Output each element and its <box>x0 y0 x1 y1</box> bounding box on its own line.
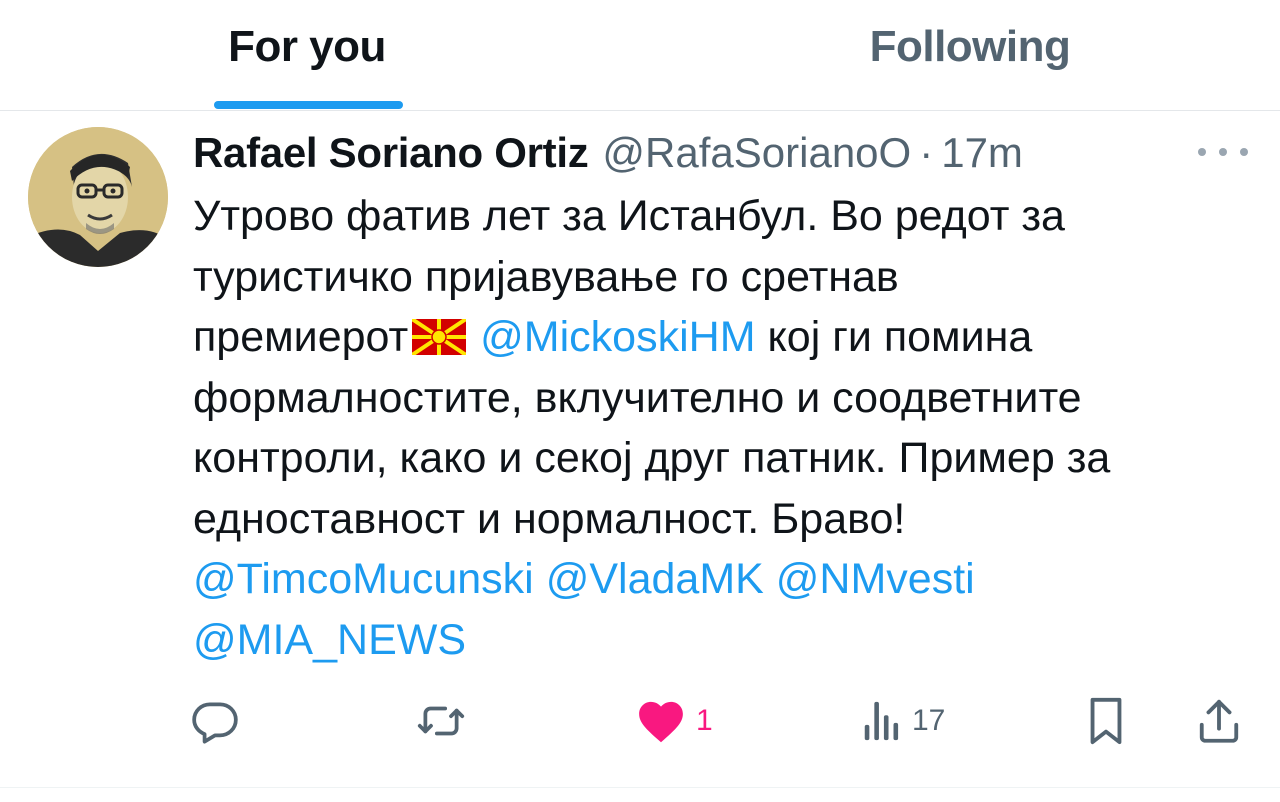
reply-button[interactable] <box>190 691 240 751</box>
tweet-divider <box>0 787 1280 788</box>
mention-link[interactable]: @VladaMK <box>546 555 764 603</box>
views-icon <box>864 701 899 741</box>
tweet-text: Утрово фатив лет за Истанбул. Во редот з… <box>193 186 1263 670</box>
tweet-header: Rafael Soriano Ortiz @RafaSorianoO · 17m <box>193 129 1023 179</box>
tweet-text-line: едноставност и нормалност. Браво! <box>193 494 906 543</box>
repost-icon <box>417 706 465 736</box>
share-icon <box>1199 699 1239 743</box>
tweet-text-line: премиерот @MickoskiHM кој ги помина <box>193 307 1263 368</box>
more-dot <box>1219 148 1227 156</box>
mention-link[interactable]: @NMvesti <box>776 555 975 603</box>
more-options-icon[interactable] <box>1198 137 1248 167</box>
more-dot <box>1240 148 1248 156</box>
tweet-text-line: туристичко пријавување го сретнав <box>193 252 899 301</box>
tweet-actions: 1 17 <box>0 691 1280 751</box>
tweet-text-fragment: кој ги помина <box>755 313 1033 361</box>
repost-button[interactable] <box>414 691 468 751</box>
author-handle[interactable]: @RafaSorianoO <box>602 129 911 177</box>
bookmark-icon <box>1090 697 1122 745</box>
tweet-text-line: контроли, како и секој друг патник. Прим… <box>193 434 1111 482</box>
like-count: 1 <box>696 704 713 737</box>
mention-link[interactable]: @TimcoMucunski <box>193 555 534 603</box>
tweet[interactable]: Rafael Soriano Ortiz @RafaSorianoO · 17m… <box>0 111 1280 802</box>
mention-link[interactable]: @MickoskiHM <box>480 313 755 361</box>
north-macedonia-flag-icon <box>411 311 468 372</box>
more-dot <box>1198 148 1206 156</box>
tab-following-label: Following <box>869 22 1071 71</box>
tweet-text-line: формалностите, вклучително и соодветните <box>193 373 1082 422</box>
header-separator: · <box>919 129 934 176</box>
avatar-portrait-icon <box>28 127 168 267</box>
tweet-text-line: @TimcoMucunski @VladaMK @NMvesti <box>193 549 1263 610</box>
active-tab-indicator <box>214 101 403 109</box>
views-button[interactable]: 17 <box>862 691 945 751</box>
tweet-timestamp[interactable]: 17m <box>941 129 1023 177</box>
author-display-name[interactable]: Rafael Soriano Ortiz <box>193 129 589 177</box>
tweet-text-line: @MIA_NEWS <box>193 610 1263 671</box>
tab-for-you-label: For you <box>228 22 386 71</box>
bookmark-button[interactable] <box>1086 691 1126 751</box>
tweet-text-line: Утрово фатив лет за Истанбул. Во редот з… <box>193 192 1065 240</box>
like-button[interactable]: 1 <box>636 691 713 751</box>
views-count: 17 <box>912 704 946 737</box>
share-button[interactable] <box>1196 691 1242 751</box>
tweet-text-fragment: премиерот <box>193 313 409 361</box>
mention-link[interactable]: @MIA_NEWS <box>193 616 466 664</box>
heart-icon <box>639 701 683 743</box>
tab-following[interactable]: Following <box>640 0 1280 110</box>
timeline-tabs: For you Following <box>0 0 1280 111</box>
tab-for-you[interactable]: For you <box>0 0 640 110</box>
reply-icon <box>192 702 238 744</box>
avatar[interactable] <box>28 127 168 267</box>
